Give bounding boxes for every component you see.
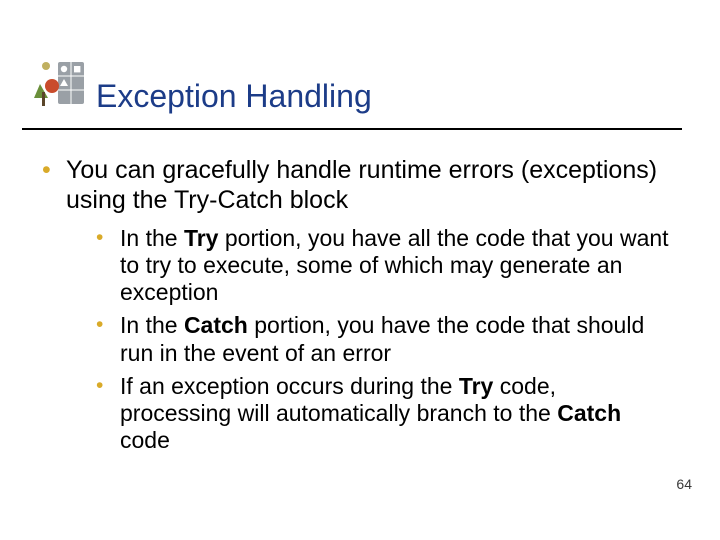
bullet-list-level2: In the Try portion, you have all the cod… <box>66 225 670 454</box>
slide-logo <box>34 56 88 110</box>
bullet-sub-3: If an exception occurs during the Try co… <box>96 373 670 454</box>
slide-body: You can gracefully handle runtime errors… <box>40 156 670 462</box>
bullet-sub-2: In the Catch portion, you have the code … <box>96 312 670 366</box>
slide-title: Exception Handling <box>96 78 372 115</box>
text: If an exception occurs during the <box>120 373 459 399</box>
bold: Try <box>459 373 494 399</box>
bullet-sub-1: In the Try portion, you have all the cod… <box>96 225 670 306</box>
bullet-list-level1: You can gracefully handle runtime errors… <box>40 156 670 454</box>
bold: Try <box>184 225 219 251</box>
bold: Catch <box>184 312 248 338</box>
text: In the <box>120 225 184 251</box>
title-underline <box>22 128 682 130</box>
page-number: 64 <box>676 476 692 492</box>
slide: Exception Handling You can gracefully ha… <box>0 0 720 540</box>
bold: Catch <box>557 400 621 426</box>
text: code <box>120 427 170 453</box>
bullet-main-text: You can gracefully handle runtime errors… <box>66 156 657 214</box>
bullet-main: You can gracefully handle runtime errors… <box>40 156 670 454</box>
text: In the <box>120 312 184 338</box>
logo-graphic <box>34 56 88 110</box>
